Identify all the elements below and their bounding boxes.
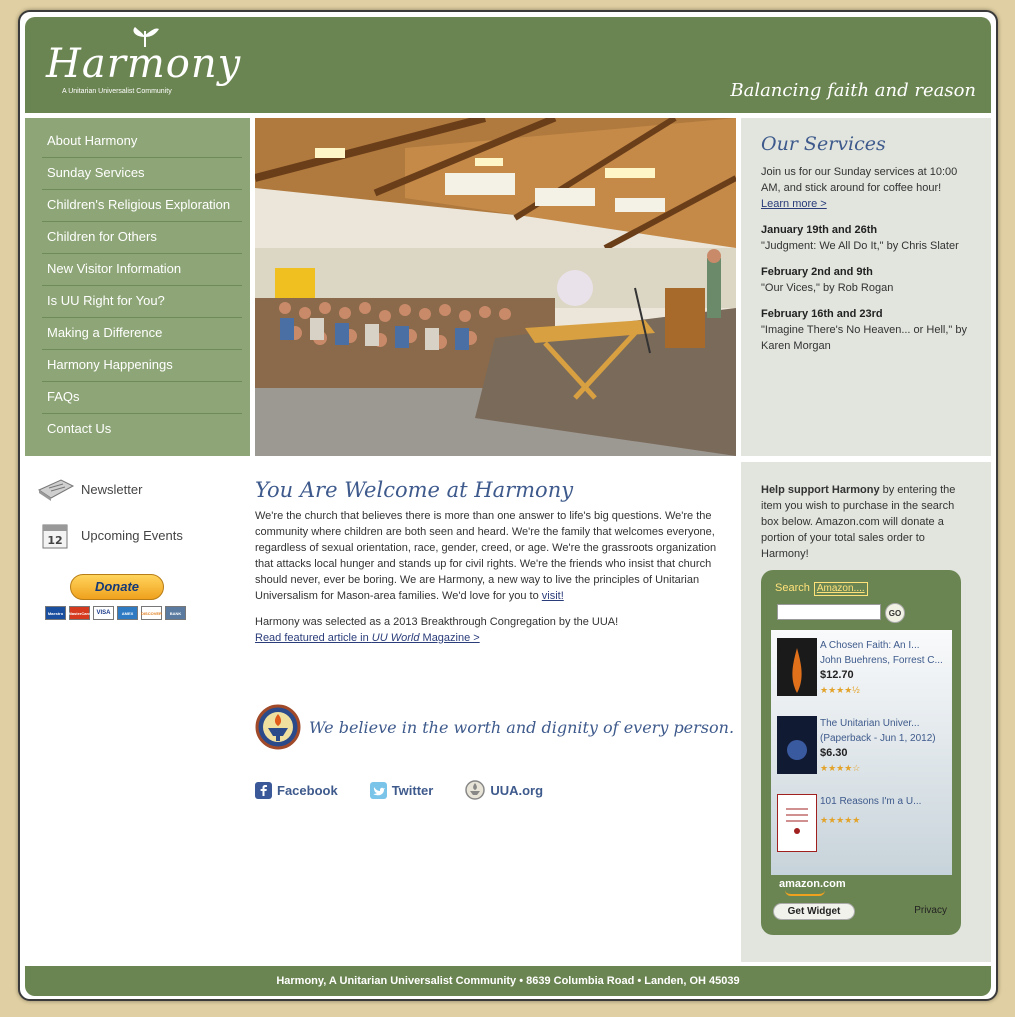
facebook-icon [255,781,272,799]
belief-banner: We believe in the worth and dignity of e… [255,702,735,752]
product-title[interactable]: The Unitarian Univer... [820,716,945,731]
product-rating: ★★★★☆ [820,763,861,773]
product-title[interactable]: 101 Reasons I'm a U... [820,794,945,809]
logo-text[interactable]: Harmony [46,41,241,87]
service-entry: February 2nd and 9th "Our Vices," by Rob … [761,266,894,294]
chalice-icon [255,704,301,750]
product-info: A Chosen Faith: An I... John Buehrens, F… [820,638,945,698]
nav-item-harmony-happenings[interactable]: Harmony Happenings [42,350,242,382]
product-price: $6.30 [820,747,848,759]
newsletter-label: Newsletter [81,481,143,497]
services-panel: Our Services Join us for our Sunday serv… [741,118,991,456]
payment-cards: Maestro MasterCard VISA AMEX DISCOVER BA… [45,606,186,620]
product-price: $12.70 [820,669,854,681]
main-nav: About Harmony Sunday Services Children's… [25,118,250,456]
social-links: Facebook Twitter UUA.org [255,780,543,800]
welcome-section: You Are Welcome at Harmony We're the chu… [255,478,725,656]
nav-item-making-difference[interactable]: Making a Difference [42,318,242,350]
product-item[interactable]: A Chosen Faith: An I... John Buehrens, F… [777,638,949,710]
amazon-support-panel: Help support Harmony by entering the ite… [741,462,991,962]
product-item[interactable]: 101 Reasons I'm a U... ★★★★★ [777,794,949,866]
services-intro: Join us for our Sunday services at 10:00… [761,166,958,210]
upcoming-events-link[interactable]: 12 Upcoming Events [35,512,235,558]
visit-link[interactable]: visit! [542,590,564,602]
nav-item-faqs[interactable]: FAQs [42,382,242,414]
product-author: (Paperback - Jun 1, 2012) [820,733,936,744]
nav-item-childrens-religious-exploration[interactable]: Children's Religious Exploration [42,190,242,222]
nav-item-children-for-others[interactable]: Children for Others [42,222,242,254]
mastercard-icon: MasterCard [69,606,91,620]
product-rating: ★★★★★ [820,815,861,825]
services-title: Our Services [761,133,886,155]
product-info: The Unitarian Univer... (Paperback - Jun… [820,716,945,776]
book-cover-image [777,716,817,774]
amazon-search-input[interactable] [777,604,881,620]
nav-item-contact[interactable]: Contact Us [42,414,242,446]
calendar-day: 12 [47,534,62,547]
twitter-icon [369,781,387,799]
twitter-link[interactable]: Twitter [369,780,433,800]
go-button[interactable]: GO [885,603,905,623]
amazon-smile-icon [785,890,825,896]
product-item[interactable]: The Unitarian Univer... (Paperback - Jun… [777,716,949,788]
donate-button[interactable]: Donate [70,574,164,600]
breakthrough-note: Harmony was selected as a 2013 Breakthro… [255,616,619,644]
book-cover-image [777,794,817,852]
search-scope-select[interactable]: Amazon.... [813,582,868,596]
nav-item-sunday-services[interactable]: Sunday Services [42,158,242,190]
site-footer: Harmony, A Unitarian Universalist Commun… [25,966,991,996]
maestro-card-icon: Maestro [45,606,66,620]
discover-icon: DISCOVER [141,606,162,620]
privacy-link[interactable]: Privacy [914,905,947,916]
book-cover-image [777,638,817,696]
site-header: Harmony A Unitarian Universalist Communi… [25,17,991,113]
product-rating: ★★★★½ [820,685,860,695]
product-title[interactable]: A Chosen Faith: An I... [820,638,945,653]
logo-subtitle: A Unitarian Universalist Community [62,88,172,95]
uu-world-article-link[interactable]: Read featured article in UU World Magazi… [255,632,480,644]
upcoming-events-label: Upcoming Events [81,527,183,543]
welcome-title: You Are Welcome at Harmony [255,478,574,502]
page-container: Harmony A Unitarian Universalist Communi… [18,10,998,1001]
belief-statement: We believe in the worth and dignity of e… [309,717,735,737]
congregation-photo [255,118,736,456]
newsletter-link[interactable]: Newsletter [35,466,235,512]
nav-item-is-uu-right[interactable]: Is UU Right for You? [42,286,242,318]
product-list: A Chosen Faith: An I... John Buehrens, F… [771,630,952,875]
bank-icon: BANK [165,606,186,620]
hero-photo [255,118,736,456]
product-info: 101 Reasons I'm a U... ★★★★★ [820,794,945,828]
service-entry: February 16th and 23rd "Imagine There's N… [761,308,967,352]
support-text: Help support Harmony by entering the ite… [761,484,956,560]
product-author: John Buehrens, Forrest C... [820,655,943,666]
service-entry: January 19th and 26th "Judgment: We All D… [761,224,959,252]
amazon-logo: amazon.com [779,878,846,890]
tagline: Balancing faith and reason [730,80,976,101]
uua-chalice-icon [465,780,486,800]
widget-search-row: Search Amazon.... [775,582,868,596]
amazon-widget: Search Amazon.... GO A Chosen Faith: An … [761,570,961,935]
learn-more-link[interactable]: Learn more > [761,198,827,210]
facebook-link[interactable]: Facebook [255,780,338,800]
welcome-body: We're the church that believes there is … [255,510,717,602]
uua-link[interactable]: UUA.org [465,780,543,800]
get-widget-button[interactable]: Get Widget [773,903,855,920]
nav-item-about[interactable]: About Harmony [42,126,242,158]
nav-item-new-visitor[interactable]: New Visitor Information [42,254,242,286]
visa-icon: VISA [93,606,114,620]
side-links: Newsletter 12 Upcoming Events [35,466,235,558]
calendar-icon: 12 [35,520,75,550]
amex-icon: AMEX [117,606,138,620]
search-label: Search [775,582,810,594]
newspaper-icon [35,474,75,504]
